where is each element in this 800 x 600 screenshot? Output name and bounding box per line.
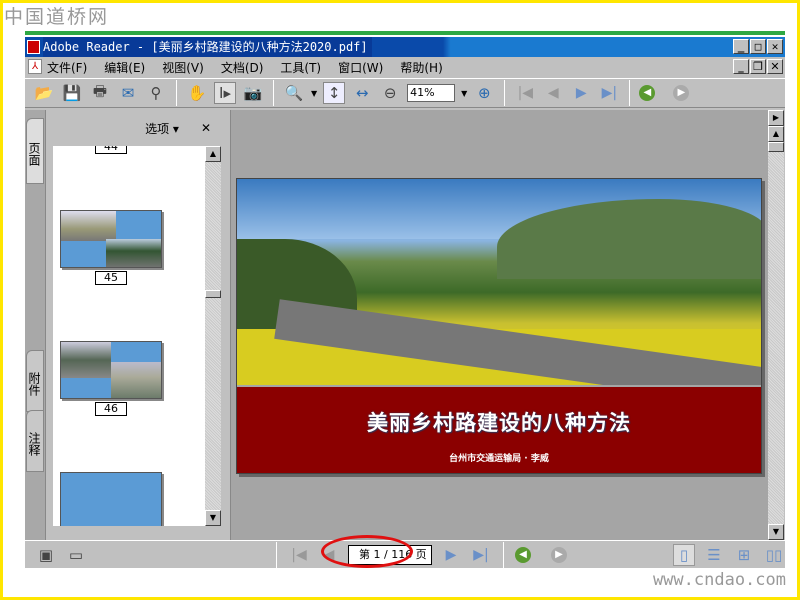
select-text-icon[interactable]: I▸	[214, 82, 236, 104]
minimize-button[interactable]: _	[733, 39, 749, 54]
menu-document[interactable]: 文档(D)	[221, 59, 264, 76]
first-page-icon[interactable]: |◀	[288, 544, 310, 566]
tab-attachments[interactable]: 附件	[26, 350, 44, 412]
watermark-url: www.cndao.com	[652, 570, 786, 590]
divider	[25, 31, 785, 35]
pages-panel: 选项 ▾ ✕ 44 45 46 ▲ ▼	[45, 110, 223, 540]
fit-page-icon[interactable]: ↕	[323, 82, 346, 104]
open-icon[interactable]: 📂	[33, 82, 55, 104]
snapshot-icon[interactable]: 📷	[242, 82, 264, 104]
facing-continuous-icon[interactable]: ⊞	[733, 544, 755, 566]
thumbnail-scrollbar[interactable]: ▲ ▼	[205, 146, 221, 526]
scroll-down-button[interactable]: ▼	[205, 510, 221, 526]
doc-close-button[interactable]: ✕	[767, 59, 783, 74]
tab-pages[interactable]: 页面	[26, 118, 44, 184]
page-label: 46	[95, 402, 127, 416]
back-icon[interactable]: ◀	[515, 546, 531, 563]
print-icon[interactable]: 🖶	[89, 82, 111, 104]
close-panel-icon[interactable]: ✕	[201, 121, 211, 135]
zoom-in-tool-icon[interactable]: 🔍	[283, 82, 305, 104]
scroll-down-button[interactable]: ▼	[768, 524, 784, 540]
zoom-in-icon[interactable]: ⊕	[473, 82, 495, 104]
next-page-icon[interactable]: ▶	[440, 544, 462, 566]
highlight-circle	[321, 535, 413, 568]
page-label: 45	[95, 271, 127, 285]
first-page-icon[interactable]: |◀	[514, 82, 536, 104]
pdf-doc-icon: ⅄	[28, 59, 42, 74]
pdf-page: 美丽乡村路建设的八种方法 台州市交通运输局 · 李威	[236, 178, 762, 474]
chevron-down-icon[interactable]: ▼	[311, 89, 317, 98]
document-scrollbar[interactable]: ▶ ▲ ▼	[768, 110, 784, 540]
doc-restore-button[interactable]: ❐	[750, 59, 766, 74]
last-page-icon[interactable]: ▶|	[598, 82, 620, 104]
menu-file[interactable]: 文件(F)	[47, 59, 87, 76]
scroll-thumb[interactable]	[768, 142, 784, 152]
last-page-icon[interactable]: ▶|	[470, 544, 492, 566]
scroll-up-button[interactable]: ▲	[768, 126, 784, 142]
watermark-logo: 中国道桥网	[4, 6, 110, 28]
page-thumbnail-47[interactable]	[60, 472, 162, 526]
app-icon	[27, 40, 40, 54]
document-subtitle: 台州市交通运输局 · 李威	[449, 454, 549, 464]
menu-edit[interactable]: 编辑(E)	[104, 59, 145, 76]
prev-page-icon[interactable]: ◀	[542, 82, 564, 104]
scroll-up-button[interactable]: ▲	[205, 146, 221, 162]
document-view: 美丽乡村路建设的八种方法 台州市交通运输局 · 李威	[230, 110, 768, 540]
back-icon[interactable]: ◀	[639, 85, 656, 101]
tab-comments[interactable]: 注释	[26, 410, 44, 472]
cover-photo	[237, 179, 761, 385]
close-button[interactable]: ✕	[767, 39, 783, 54]
menu-bar: ⅄ 文件(F) 编辑(E) 视图(V) 文档(D) 工具(T) 窗口(W) 帮助…	[25, 57, 785, 77]
next-page-icon[interactable]: ▶	[570, 82, 592, 104]
menu-window[interactable]: 窗口(W)	[338, 59, 383, 76]
document-title: 美丽乡村路建设的八种方法	[367, 411, 631, 435]
hand-tool-icon[interactable]: ✋	[186, 82, 208, 104]
toolbar: 📂 💾 🖶 ✉ ⚲ ✋ I▸ 📷 🔍 ▼ ↕ ↔ ⊖ 41% ▼ ⊕ |◀ ◀ …	[25, 78, 785, 108]
zoom-out-icon[interactable]: ⊖	[379, 82, 401, 104]
menu-view[interactable]: 视图(V)	[162, 59, 204, 76]
scroll-thumb[interactable]	[205, 290, 221, 298]
options-menu[interactable]: 选项 ▾	[145, 120, 179, 137]
title-bar: Adobe Reader - [美丽乡村路建设的八种方法2020.pdf] _ …	[25, 37, 785, 57]
continuous-icon[interactable]: ☰	[703, 544, 725, 566]
single-page-icon[interactable]: ▯	[673, 543, 695, 566]
adobe-reader-window: Adobe Reader - [美丽乡村路建设的八种方法2020.pdf] _ …	[25, 37, 785, 568]
cover-banner: 美丽乡村路建设的八种方法 台州市交通运输局 · 李威	[237, 387, 761, 473]
page-label: 44	[95, 146, 127, 154]
forward-icon[interactable]: ▶	[551, 546, 567, 563]
window-title: Adobe Reader - [美丽乡村路建设的八种方法2020.pdf]	[43, 37, 372, 57]
zoom-dropdown-icon[interactable]: ▼	[461, 89, 467, 98]
save-icon[interactable]: 💾	[61, 82, 83, 104]
fullscreen-icon[interactable]: ▣	[35, 544, 57, 566]
thumbnail-list: 44 45 46	[53, 146, 205, 526]
scroll-right-arrow[interactable]: ▶	[768, 110, 784, 126]
search-binoculars-icon[interactable]: ⚲	[145, 82, 167, 104]
facing-icon[interactable]: ▯▯	[763, 544, 785, 566]
menu-tools[interactable]: 工具(T)	[280, 59, 321, 76]
menu-help[interactable]: 帮助(H)	[400, 59, 442, 76]
page-thumbnail-46[interactable]	[60, 341, 162, 399]
side-tab-strip: 页面 附件 注释	[25, 110, 45, 540]
page-thumbnail-45[interactable]	[60, 210, 162, 268]
email-icon[interactable]: ✉	[117, 82, 139, 104]
doc-minimize-button[interactable]: _	[733, 59, 749, 74]
page-layout-icon[interactable]: ▭	[65, 544, 87, 566]
maximize-button[interactable]: □	[750, 39, 766, 54]
forward-icon[interactable]: ▶	[673, 85, 690, 101]
fit-width-icon[interactable]: ↔	[351, 82, 373, 104]
zoom-input[interactable]: 41%	[407, 84, 456, 102]
